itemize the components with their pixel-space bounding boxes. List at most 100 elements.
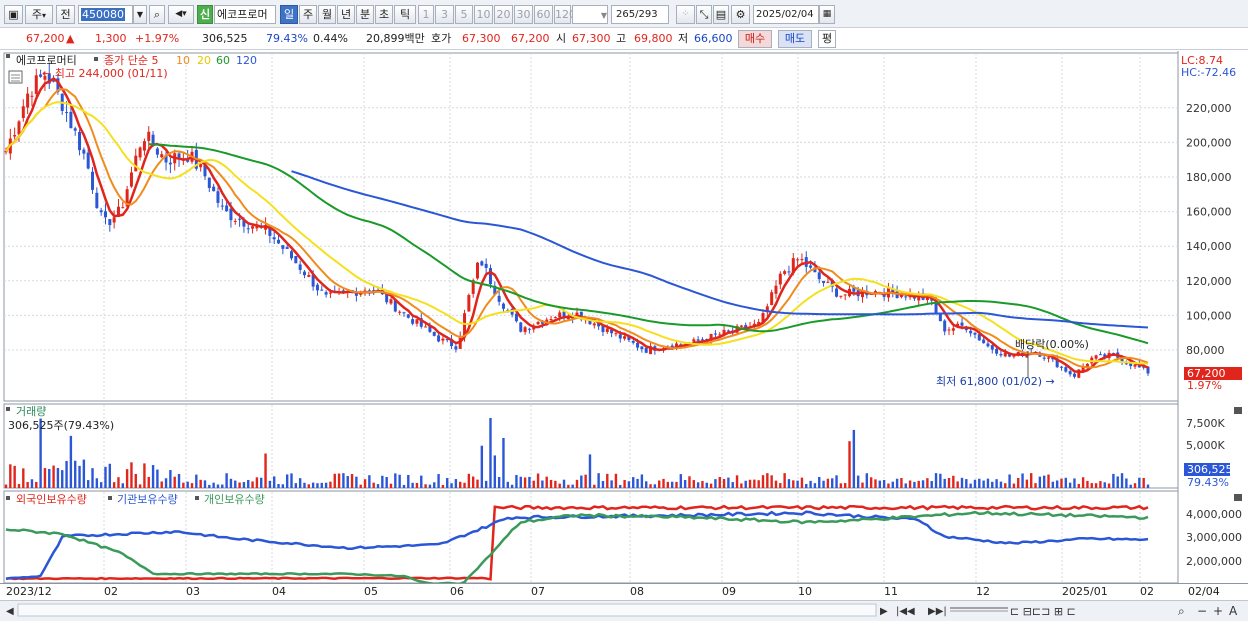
volume-chart[interactable]: 거래량 306,525주(79.43%) 7,500K 5,000K 306,5… bbox=[0, 403, 1248, 490]
volume-bar bbox=[368, 475, 371, 488]
candle-body bbox=[13, 135, 17, 137]
sin-badge[interactable]: 신 bbox=[197, 5, 213, 24]
prev-button[interactable]: 전 bbox=[56, 5, 75, 24]
candle-body bbox=[1072, 373, 1076, 377]
date-field[interactable]: 2025/02/04 bbox=[753, 5, 819, 24]
candle-body bbox=[112, 217, 116, 223]
volume-bar bbox=[973, 479, 977, 488]
candle-body bbox=[26, 93, 30, 108]
period-select[interactable]: 주▾ bbox=[25, 5, 53, 24]
search-icon[interactable]: ⌕ bbox=[149, 5, 165, 24]
candle-body bbox=[17, 121, 21, 135]
candle-body bbox=[605, 328, 609, 333]
range-60[interactable]: 60 bbox=[534, 5, 553, 24]
interval-week[interactable]: 주 bbox=[299, 5, 317, 24]
volume-bar bbox=[407, 474, 410, 488]
candle-body bbox=[290, 251, 293, 259]
legend-ma60: 60 bbox=[216, 54, 230, 67]
buy-button[interactable]: 매수 bbox=[738, 30, 772, 48]
candle-body bbox=[86, 152, 90, 169]
volume-bar bbox=[891, 481, 894, 488]
volume-bar bbox=[1038, 476, 1042, 488]
volume-bar bbox=[147, 476, 150, 488]
volume-bar bbox=[476, 479, 479, 488]
volume-bar bbox=[35, 481, 38, 488]
candle-body bbox=[147, 131, 151, 141]
interval-minute[interactable]: 분 bbox=[356, 5, 374, 24]
volume-bar bbox=[908, 480, 912, 488]
candle-body bbox=[402, 312, 406, 314]
calendar-icon[interactable]: ▦ bbox=[819, 5, 835, 24]
volume-bar bbox=[1081, 477, 1085, 488]
interval-year[interactable]: 년 bbox=[337, 5, 355, 24]
grid-icon[interactable]: ⁘ bbox=[676, 5, 695, 24]
price-chart[interactable]: 에코프로머티 종가 단순 5 10 20 60 120 ← 최고 244,000… bbox=[0, 51, 1248, 403]
candle-body bbox=[34, 75, 38, 94]
holdings-pane-close-icon[interactable] bbox=[1234, 494, 1242, 501]
interval-day[interactable]: 일 bbox=[280, 5, 298, 24]
volume-bar bbox=[848, 441, 851, 488]
zoom-search-icon[interactable]: ⌕ bbox=[1178, 604, 1185, 618]
scroll-right-icon[interactable]: ▶ bbox=[880, 606, 888, 617]
volume-bar bbox=[459, 481, 462, 488]
candle-body bbox=[835, 288, 839, 297]
x-axis-label: 04 bbox=[272, 585, 286, 598]
candle-body bbox=[99, 210, 103, 213]
gear-icon[interactable]: ⚙ bbox=[731, 5, 750, 24]
legend-ma20: 20 bbox=[197, 54, 211, 67]
sell-button[interactable]: 매도 bbox=[778, 30, 812, 48]
candle-body bbox=[30, 95, 34, 97]
range-10[interactable]: 10 bbox=[474, 5, 493, 24]
volume-bar bbox=[874, 479, 877, 488]
range-custom-dropdown[interactable]: ▼ bbox=[572, 5, 608, 24]
font-size-icon[interactable]: A bbox=[1229, 604, 1238, 618]
y-tick-label: 100,000 bbox=[1186, 309, 1232, 322]
volume-bar bbox=[636, 478, 639, 488]
layout-icon[interactable]: ▣ bbox=[4, 5, 23, 24]
eval-button[interactable]: 평 bbox=[818, 30, 836, 48]
range-3[interactable]: 3 bbox=[435, 5, 454, 24]
range-30[interactable]: 30 bbox=[514, 5, 533, 24]
range-5[interactable]: 5 bbox=[455, 5, 473, 24]
scroll-left-icon[interactable]: ◀ bbox=[6, 606, 14, 617]
speaker-icon[interactable]: ◀▾ bbox=[168, 5, 194, 24]
quote-volume-ratio: 79.43% bbox=[266, 32, 308, 45]
volume-bar bbox=[917, 480, 920, 488]
x-axis-label: 09 bbox=[722, 585, 736, 598]
interval-month[interactable]: 월 bbox=[318, 5, 336, 24]
interval-tick[interactable]: 틱 bbox=[394, 5, 416, 24]
volume-pane-close-icon[interactable] bbox=[1234, 407, 1242, 414]
scroll-last-icon[interactable]: ▶▶| bbox=[928, 606, 947, 617]
volume-bar bbox=[9, 464, 12, 488]
holding-tick-3m: 3,000,000 bbox=[1186, 531, 1242, 544]
zoom-out-icon[interactable]: − bbox=[1197, 604, 1207, 618]
holdings-chart[interactable]: 외국인보유수량 기관보유수량 개인보유수량 4,000,000 3,000,00… bbox=[0, 490, 1248, 583]
candle-body bbox=[553, 317, 557, 319]
range-120[interactable]: 120 bbox=[554, 5, 576, 24]
volume-bar bbox=[1034, 483, 1037, 488]
code-input[interactable]: 450080 bbox=[78, 5, 133, 24]
code-dropdown-icon[interactable]: ▼ bbox=[133, 5, 147, 24]
candle-body bbox=[644, 347, 648, 353]
zoom-in-icon[interactable]: + bbox=[1213, 604, 1223, 618]
volume-bar bbox=[705, 482, 708, 488]
candle-body bbox=[324, 292, 328, 295]
range-20[interactable]: 20 bbox=[494, 5, 513, 24]
volume-bar bbox=[783, 473, 786, 488]
volume-bar bbox=[541, 480, 544, 488]
volume-bar bbox=[939, 473, 942, 488]
scrollbar[interactable]: ◀ ▶ |◀◀ ▶▶| ⊏ ⊟⊏⊐ ⊞ ⊏ ⌕ − + A bbox=[0, 600, 1248, 621]
low-annotation: 최저 61,800 (01/02) → bbox=[936, 375, 1055, 388]
volume-bar bbox=[13, 465, 16, 488]
volume-bar bbox=[420, 475, 423, 488]
interval-second[interactable]: 초 bbox=[375, 5, 393, 24]
volume-bar bbox=[610, 480, 613, 488]
scroll-track[interactable] bbox=[17, 603, 877, 617]
zoom-bar-icons[interactable]: ⊏ ⊟⊏⊐ ⊞ ⊏ bbox=[1010, 605, 1076, 618]
up-triangle-icon: ▲ bbox=[66, 32, 75, 45]
range-1[interactable]: 1 bbox=[418, 5, 434, 24]
draw-icon[interactable]: ⤡ bbox=[696, 5, 712, 24]
save-icon[interactable]: ▤ bbox=[713, 5, 729, 24]
candle-body bbox=[108, 219, 112, 226]
scroll-first-icon[interactable]: |◀◀ bbox=[896, 606, 915, 617]
